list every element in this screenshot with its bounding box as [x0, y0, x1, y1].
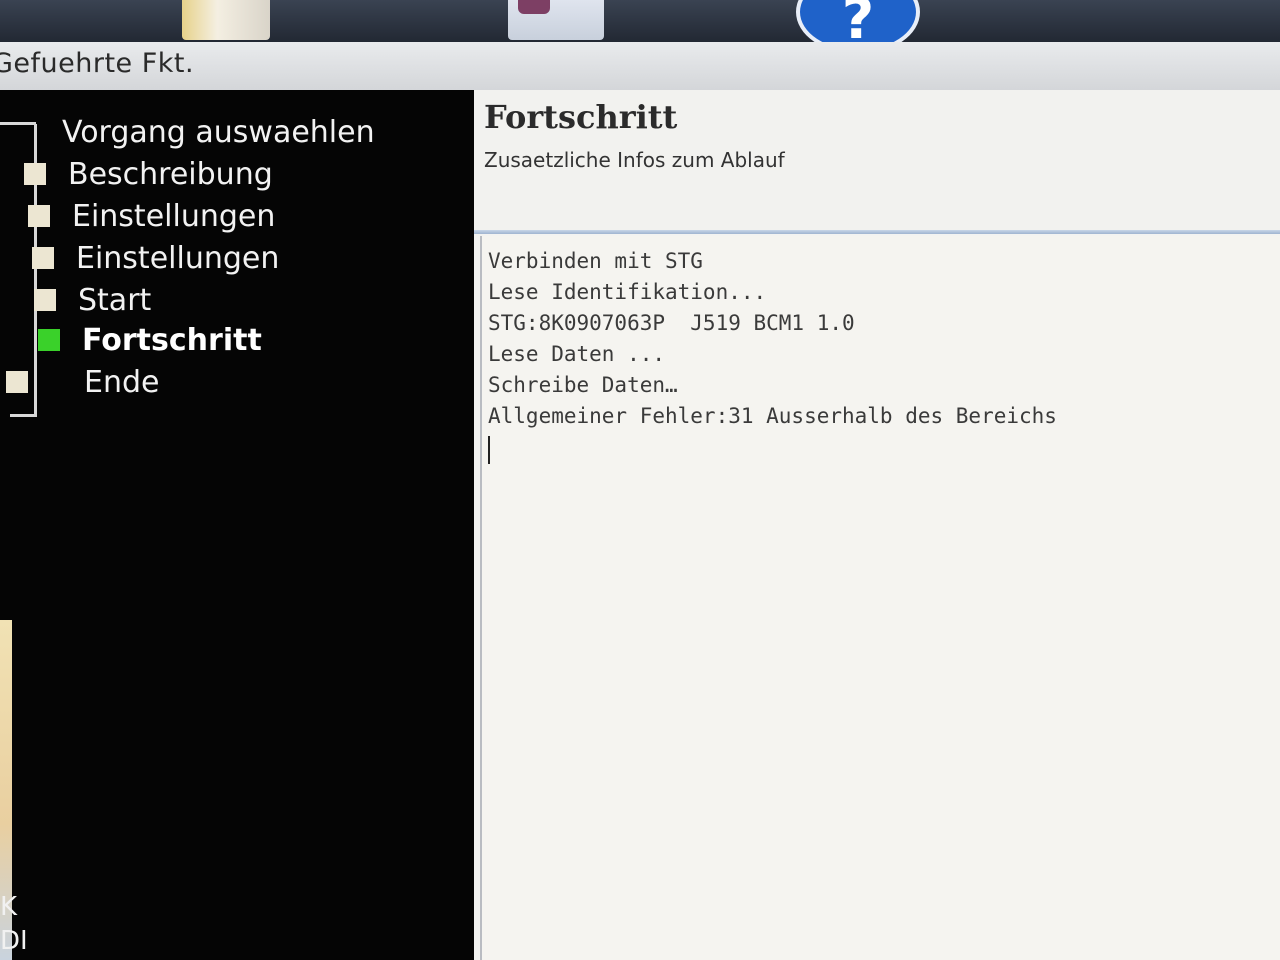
tree-connector: [10, 414, 37, 417]
background-window-text: K DI: [0, 890, 40, 958]
step-marker-icon: [24, 163, 46, 185]
nav-step-label: Einstellungen: [72, 198, 276, 234]
nav-step-einstellungen[interactable]: Einstellungen: [28, 196, 275, 236]
thumbnail-graphic: [518, 0, 550, 14]
title-bar: Gefuehrte Fkt.: [0, 42, 1280, 92]
taskbar-app-thumbnail[interactable]: [182, 0, 270, 40]
content-header: Fortschritt Zusaetzliche Infos zum Ablau…: [474, 90, 1280, 230]
content-panel: Fortschritt Zusaetzliche Infos zum Ablau…: [474, 90, 1280, 960]
step-marker-icon: [34, 289, 56, 311]
log-line: STG:8K0907063P J519 BCM1 1.0: [488, 311, 855, 335]
taskbar: ?: [0, 0, 1280, 54]
log-line-error: Allgemeiner Fehler:31 Ausserhalb des Ber…: [488, 404, 1057, 428]
window-title: Gefuehrte Fkt.: [0, 48, 195, 79]
nav-step-start[interactable]: Start: [34, 280, 151, 320]
guided-functions-window: Gefuehrte Fkt. Vorgang auswaehlen Beschr…: [0, 42, 1280, 960]
nav-step-label: Ende: [84, 364, 160, 400]
background-text-line: K: [0, 892, 18, 922]
log-line: Schreibe Daten…: [488, 373, 678, 397]
log-line: Lese Daten ...: [488, 342, 666, 366]
page-subtitle: Zusaetzliche Infos zum Ablauf: [484, 148, 785, 172]
nav-step-einstellungen-2[interactable]: Einstellungen: [32, 238, 279, 278]
progress-log-textarea[interactable]: Verbinden mit STG Lese Identifikation...…: [480, 236, 1280, 960]
nav-step-vorgang-auswaehlen[interactable]: Vorgang auswaehlen: [6, 112, 375, 152]
nav-step-label: Beschreibung: [68, 156, 273, 192]
nav-step-label: Einstellungen: [76, 240, 280, 276]
step-navigation-panel: Vorgang auswaehlen Beschreibung Einstell…: [0, 90, 494, 960]
header-divider: [474, 230, 1280, 234]
nav-step-label: Start: [78, 282, 152, 318]
step-marker-icon: [28, 205, 50, 227]
nav-step-label: Vorgang auswaehlen: [62, 114, 375, 150]
nav-step-label: Fortschritt: [82, 322, 262, 358]
nav-step-beschreibung[interactable]: Beschreibung: [24, 154, 273, 194]
taskbar-app-thumbnail[interactable]: [508, 0, 604, 40]
background-text-line: DI: [0, 926, 28, 956]
nav-step-ende[interactable]: Ende: [6, 362, 159, 402]
step-marker-icon: [32, 247, 54, 269]
text-caret: [488, 436, 490, 464]
log-line: Lese Identifikation...: [488, 280, 767, 304]
step-active-marker-icon: [38, 329, 60, 351]
page-title: Fortschritt: [484, 98, 678, 136]
step-marker-icon: [6, 371, 28, 393]
log-line: Verbinden mit STG: [488, 249, 703, 273]
nav-step-fortschritt[interactable]: Fortschritt: [38, 320, 262, 360]
